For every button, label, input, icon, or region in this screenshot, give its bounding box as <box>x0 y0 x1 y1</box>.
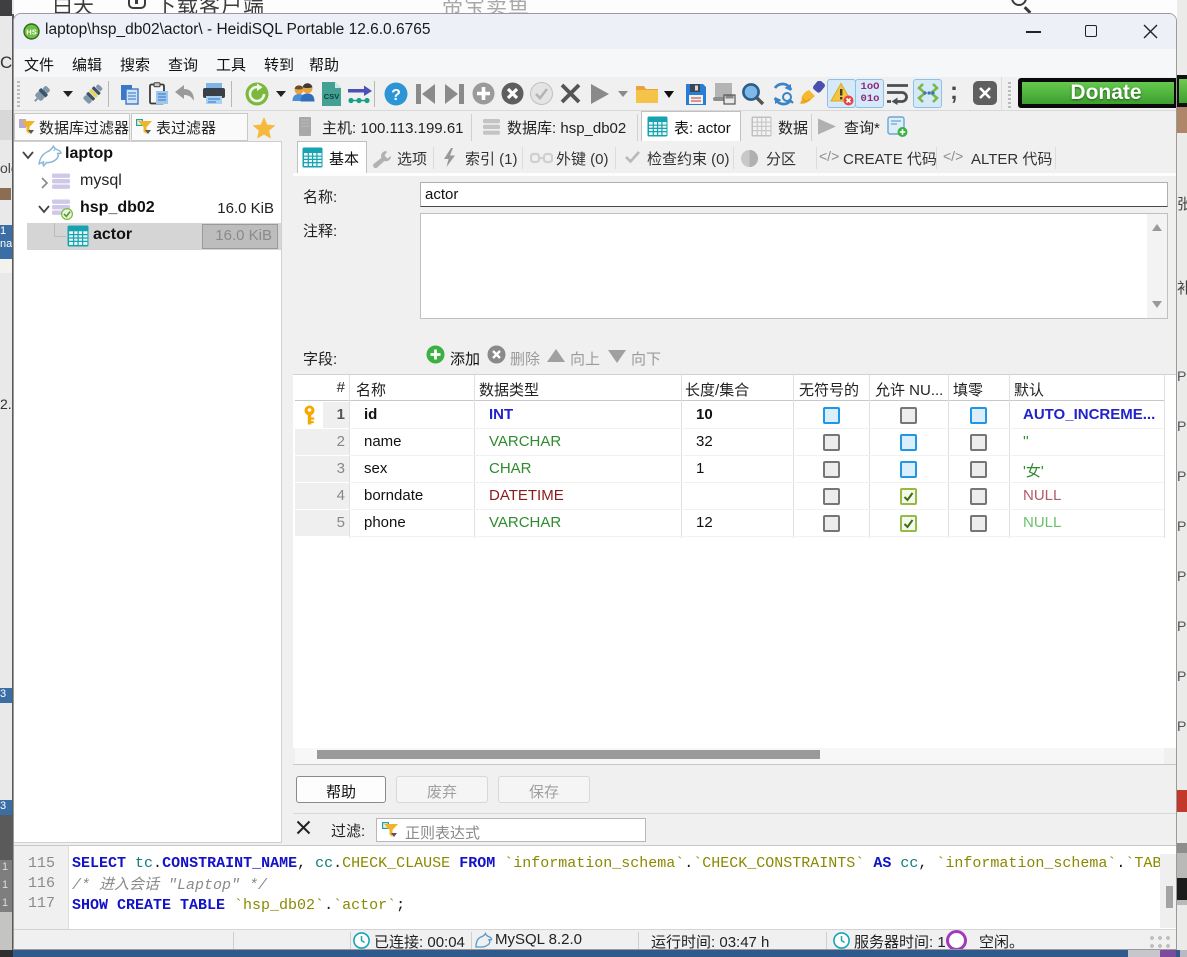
svg-text:?: ? <box>391 87 401 104</box>
svg-text:HS: HS <box>26 27 36 36</box>
svg-text:CSV: CSV <box>324 92 339 101</box>
